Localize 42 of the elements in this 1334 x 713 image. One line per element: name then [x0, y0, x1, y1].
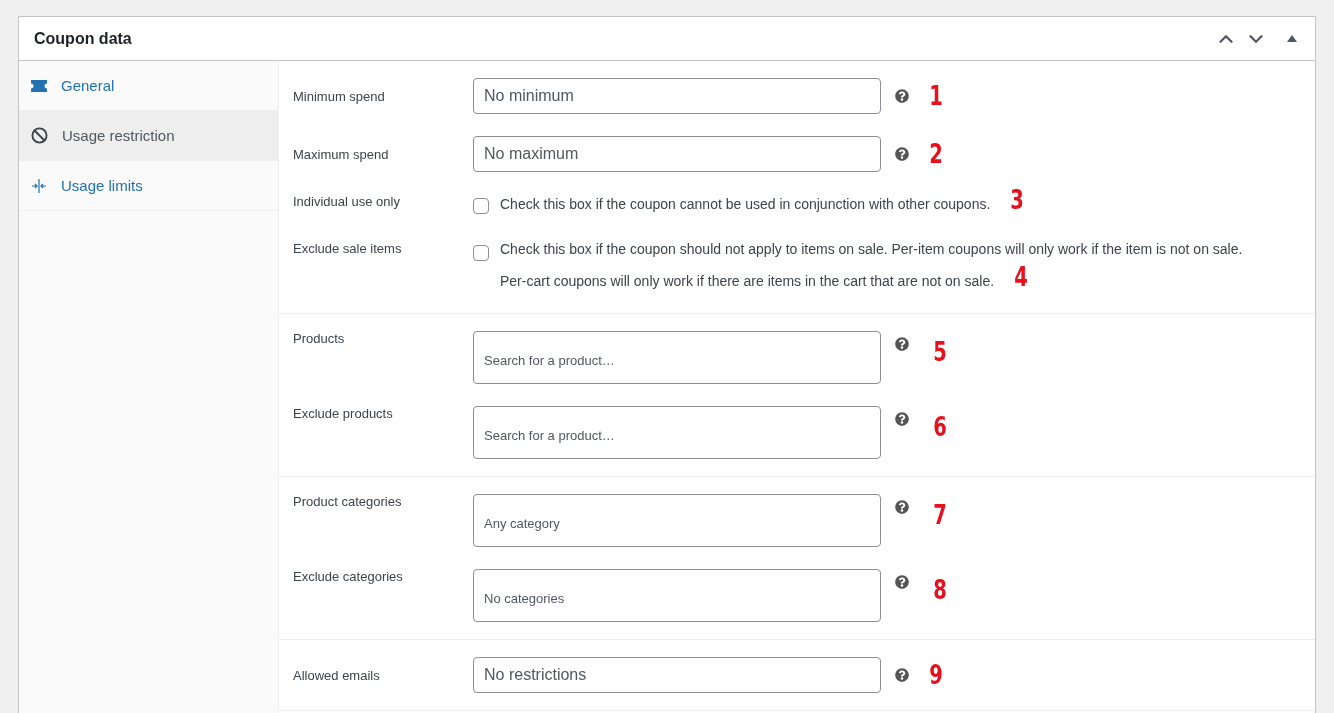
help-icon[interactable] — [895, 668, 909, 682]
annotation-number: 7 — [933, 502, 947, 528]
field-label: Individual use only — [293, 194, 401, 209]
select-field[interactable]: Search for a product… — [473, 406, 881, 459]
ticket-icon — [31, 79, 47, 92]
annotation-number: 9 — [929, 662, 943, 688]
triangle-up-icon — [1287, 35, 1297, 42]
annotation-number: 3 — [1010, 187, 1025, 213]
checkbox-description: Check this box if the coupon should not apply to items on sale. Per-item coupons will only work if the item is not on sale. Per-cart coupons will only work if there are items in the cart that are not on sale. 4 — [500, 240, 1244, 294]
input-field[interactable]: No maximum — [473, 136, 881, 172]
annotation-number: 4 — [1014, 264, 1028, 290]
select-field[interactable]: No categories — [473, 569, 881, 622]
checkbox-description: Check this box if the coupon cannot be used in conjunction with other coupons. 3 — [500, 187, 1026, 217]
field-label: Exclude products — [293, 406, 394, 421]
annotation-number: 6 — [933, 414, 947, 440]
sidebar-tab[interactable]: Usage restriction — [19, 111, 278, 161]
checkbox[interactable] — [473, 198, 489, 214]
annotation-number: 2 — [929, 141, 943, 167]
help-icon[interactable] — [895, 89, 909, 103]
field-label: Maximum spend — [293, 146, 390, 162]
field-label: Allowed emails — [293, 667, 381, 683]
field-label: Exclude categories — [293, 569, 404, 584]
input-field[interactable]: No minimum — [473, 78, 881, 114]
help-icon[interactable] — [895, 147, 909, 161]
field-label: Product categories — [293, 494, 403, 509]
arrows-inward-icon — [31, 178, 47, 193]
field-label: Products — [293, 331, 346, 346]
annotation-number: 5 — [933, 339, 947, 365]
ban-icon — [31, 127, 48, 144]
help-icon[interactable] — [895, 500, 909, 514]
field-label: Minimum spend — [293, 88, 386, 104]
select-field[interactable]: Search for a product… — [473, 331, 881, 384]
annotation-number: 8 — [933, 577, 947, 603]
annotation-number: 1 — [929, 83, 943, 109]
help-icon[interactable] — [895, 575, 909, 589]
panel-title: Coupon data — [34, 29, 133, 48]
field-label: Exclude sale items — [293, 241, 403, 256]
input-field[interactable]: No restrictions — [473, 657, 881, 693]
select-field[interactable]: Any category — [473, 494, 881, 547]
checkbox[interactable] — [473, 245, 489, 261]
help-icon[interactable] — [895, 412, 909, 426]
help-icon[interactable] — [895, 337, 909, 351]
